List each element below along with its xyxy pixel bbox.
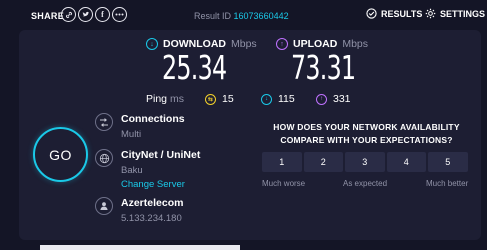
ping-unit: ms bbox=[170, 93, 185, 105]
connections-value[interactable]: Multi bbox=[121, 129, 141, 140]
rating-option-5[interactable]: 5 bbox=[428, 152, 468, 172]
twitter-icon[interactable] bbox=[78, 7, 93, 22]
ping-title: Ping bbox=[146, 93, 168, 105]
download-latency-icon: ↓ bbox=[261, 93, 272, 105]
share-icons: f bbox=[61, 7, 127, 22]
server-location: Baku bbox=[121, 165, 143, 176]
share-label: SHARE bbox=[31, 11, 65, 21]
settings-button[interactable]: SETTINGS bbox=[425, 8, 485, 19]
connections-title: Connections bbox=[121, 113, 185, 125]
go-button[interactable]: GO bbox=[33, 127, 88, 182]
gear-icon bbox=[425, 8, 436, 19]
ping-download: ↓ 115 bbox=[261, 93, 295, 105]
ping-idle-value: 15 bbox=[222, 93, 234, 105]
provider-title: Azertelecom bbox=[121, 197, 184, 209]
ping-label: Ping ms bbox=[146, 93, 184, 105]
user-icon bbox=[95, 197, 113, 215]
download-speed: 25.34 bbox=[162, 48, 227, 87]
upload-arrow-icon: ↑ bbox=[276, 38, 288, 50]
server-title: CityNet / UniNet bbox=[121, 149, 201, 161]
globe-icon bbox=[95, 149, 113, 167]
facebook-icon[interactable]: f bbox=[95, 7, 110, 22]
rating-option-4[interactable]: 4 bbox=[386, 152, 426, 172]
result-id-link[interactable]: 16073660442 bbox=[234, 11, 289, 21]
more-icon[interactable] bbox=[112, 7, 127, 22]
result-id: Result ID 16073660442 bbox=[194, 11, 289, 21]
rating-scale: 1 2 3 4 5 bbox=[262, 152, 468, 172]
rating-option-1[interactable]: 1 bbox=[262, 152, 302, 172]
ping-idle: ⇆ 15 bbox=[205, 93, 234, 105]
upload-latency-icon: ↑ bbox=[316, 93, 327, 105]
connections-icon bbox=[95, 113, 113, 131]
scale-high-label: Much better bbox=[426, 179, 469, 188]
results-label: RESULTS bbox=[381, 8, 423, 19]
result-id-label: Result ID bbox=[194, 11, 232, 21]
provider-ip: 5.133.234.180 bbox=[121, 213, 182, 224]
ping-upload: ↑ 331 bbox=[316, 93, 351, 105]
link-icon[interactable] bbox=[61, 7, 76, 22]
scale-low-label: Much worse bbox=[262, 179, 306, 188]
download-unit: Mbps bbox=[231, 38, 257, 50]
ping-download-value: 115 bbox=[278, 93, 295, 105]
rating-option-2[interactable]: 2 bbox=[303, 152, 343, 172]
download-arrow-icon: ↓ bbox=[146, 38, 158, 50]
ping-upload-value: 331 bbox=[333, 93, 351, 105]
idle-latency-icon: ⇆ bbox=[205, 93, 216, 105]
top-bar: SHARE f Result ID 16073660442 RESULTS SE… bbox=[0, 0, 487, 30]
check-circle-icon bbox=[366, 8, 377, 19]
rating-option-3[interactable]: 3 bbox=[345, 152, 385, 172]
scale-mid-label: As expected bbox=[343, 179, 388, 188]
change-server-link[interactable]: Change Server bbox=[121, 179, 185, 190]
results-button[interactable]: RESULTS bbox=[366, 8, 422, 19]
bottom-edge-strip bbox=[40, 245, 240, 250]
survey-question: HOW DOES YOUR NETWORK AVAILABILITY COMPA… bbox=[273, 122, 460, 145]
upload-speed: 73.31 bbox=[291, 48, 356, 87]
settings-label: SETTINGS bbox=[440, 8, 486, 19]
